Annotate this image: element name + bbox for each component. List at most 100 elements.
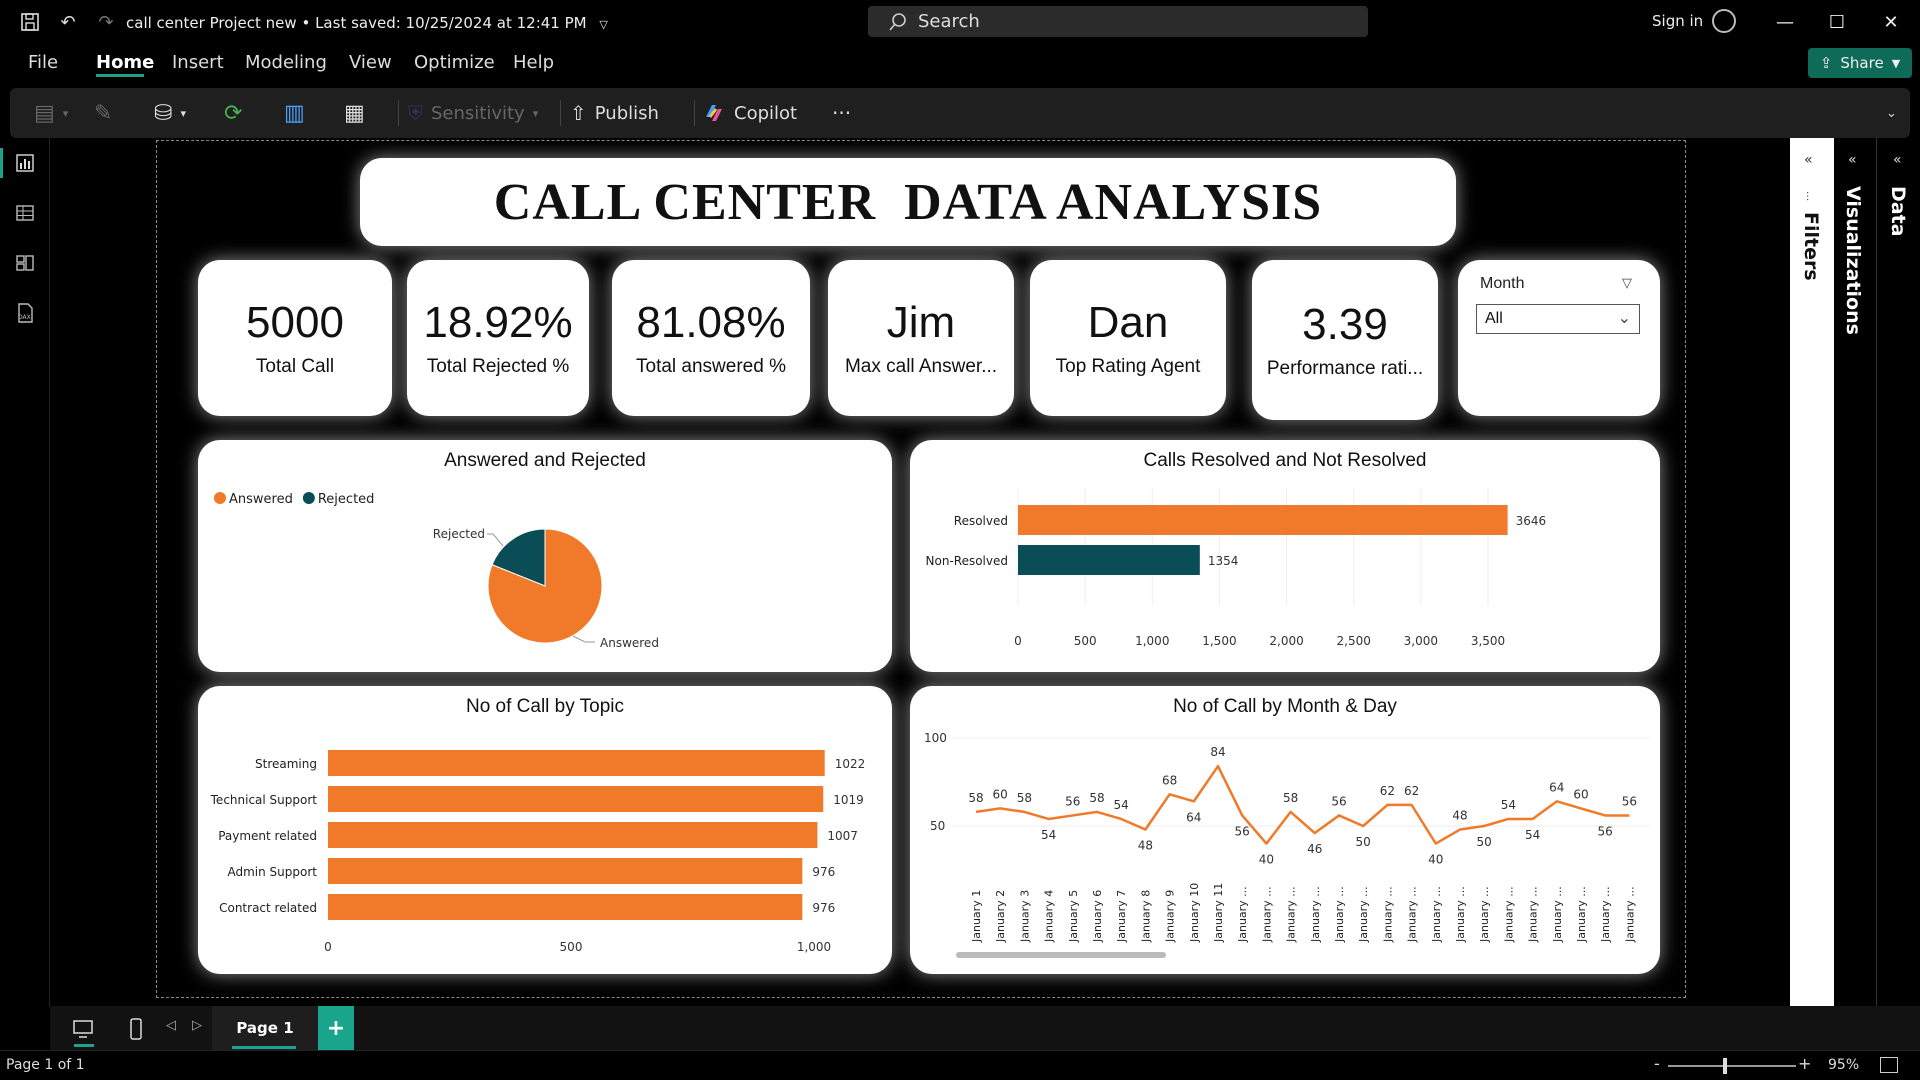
fit-to-page-icon[interactable] — [1880, 1057, 1898, 1073]
bar-topic — [328, 750, 825, 776]
data-label: 50 — [1477, 835, 1492, 849]
maximize-icon[interactable]: ☐ — [1822, 8, 1852, 36]
menu-modeling[interactable]: Modeling — [245, 52, 327, 73]
data-label: 1007 — [827, 829, 858, 843]
get-data-button[interactable]: ⛁ ▾ — [154, 96, 186, 130]
kpi-label: Total Rejected % — [426, 356, 570, 377]
share-button[interactable]: ⇪ Share ▼ — [1808, 48, 1912, 78]
redo-icon[interactable]: ↷ — [94, 10, 118, 34]
menu-bar: File Home Insert Modeling View Optimize … — [0, 44, 1920, 84]
collapse-ribbon-icon[interactable]: ⌄ — [1886, 96, 1897, 130]
kpi-card-max-call-answered[interactable]: Jim Max call Answer... — [828, 260, 1014, 416]
report-view-icon[interactable] — [12, 150, 38, 176]
data-label: 58 — [968, 791, 983, 805]
data-label: 56 — [1065, 794, 1080, 808]
kpi-card-total-rejected[interactable]: 18.92% Total Rejected % — [407, 260, 589, 416]
kpi-card-total-call[interactable]: 5000 Total Call — [198, 260, 392, 416]
database-icon: ⛁ — [154, 100, 173, 126]
data-label: 58 — [1283, 791, 1298, 805]
menu-view[interactable]: View — [349, 52, 392, 73]
publish-button[interactable]: ⇧ Publish — [570, 96, 659, 130]
data-label: 1354 — [1208, 554, 1239, 568]
new-visual-button[interactable]: ▥ — [284, 96, 305, 130]
filters-pane-collapsed[interactable]: « ⫶ Filters — [1790, 138, 1834, 1006]
format-painter-button[interactable]: ✎ — [94, 96, 112, 130]
model-view-icon[interactable] — [12, 250, 38, 276]
calls-resolved-chart-card[interactable]: Calls Resolved and Not Resolved 0 500 1,00… — [910, 440, 1660, 672]
share-icon: ⇪ — [1819, 54, 1833, 72]
active-view-indicator — [0, 148, 3, 178]
menu-insert[interactable]: Insert — [172, 52, 224, 73]
mobile-layout-icon[interactable] — [124, 1014, 148, 1044]
legend-marker-answered — [214, 492, 226, 504]
visualizations-pane-collapsed[interactable]: « Visualizations — [1834, 138, 1874, 1006]
month-dropdown[interactable]: All ⌄ — [1476, 304, 1640, 334]
menu-help[interactable]: Help — [513, 52, 554, 73]
data-label: 54 — [1501, 798, 1516, 812]
x-tick-label: 3,000 — [1404, 634, 1438, 648]
sensitivity-button[interactable]: ⛨ Sensitivity ▾ — [408, 96, 538, 130]
calls-by-topic-chart-card[interactable]: No of Call by Topic 0 500 1,000 Streaming 10… — [198, 686, 892, 974]
calculator-button[interactable]: ▦ — [344, 96, 365, 130]
x-tick-label: 1,000 — [797, 940, 831, 954]
chevron-down-icon: ▼ — [1891, 56, 1901, 70]
x-tick-label: January ... — [1333, 886, 1346, 943]
zoom-in-icon[interactable]: + — [1798, 1054, 1811, 1073]
document-title[interactable]: call center Project new • Last saved: 10… — [126, 14, 608, 32]
zoom-out-icon[interactable]: - — [1654, 1054, 1660, 1073]
chevron-down-icon[interactable]: ▽ — [599, 18, 607, 31]
minimize-icon[interactable]: — — [1770, 8, 1800, 36]
y-category-label: Payment related — [218, 829, 317, 843]
x-tick-label: January ... — [1502, 886, 1515, 943]
expand-visualizations-icon[interactable]: « — [1848, 152, 1857, 168]
view-switcher: DAX — [0, 138, 50, 1006]
copilot-label: Copilot — [734, 102, 798, 124]
close-icon[interactable]: ✕ — [1876, 8, 1906, 36]
data-label: 58 — [1089, 791, 1104, 805]
zoom-level: 95% — [1828, 1057, 1860, 1073]
data-label: 56 — [1622, 794, 1637, 808]
table-view-icon[interactable] — [12, 200, 38, 226]
save-icon[interactable] — [18, 10, 42, 34]
data-pane-collapsed[interactable]: « Data — [1876, 138, 1920, 1006]
add-page-button[interactable]: + — [318, 1006, 354, 1050]
x-tick-label: January ... — [1623, 886, 1636, 943]
x-tick-label: January 1 — [970, 890, 983, 943]
answered-rejected-chart-card[interactable]: Answered and Rejected Answered Rejected Re… — [198, 440, 892, 672]
undo-icon[interactable]: ↶ — [56, 10, 80, 34]
zoom-slider-thumb[interactable] — [1723, 1058, 1727, 1074]
x-tick-label: 1,000 — [1135, 634, 1169, 648]
zoom-slider[interactable] — [1668, 1065, 1796, 1067]
paste-button[interactable]: ▤ ▾ — [34, 96, 68, 130]
publish-icon: ⇧ — [570, 101, 587, 125]
x-tick-label: January ... — [1406, 886, 1419, 943]
sign-in-link[interactable]: Sign in — [1652, 12, 1703, 30]
menu-optimize[interactable]: Optimize — [414, 52, 495, 73]
status-bar: Page 1 of 1 - + 95% — [0, 1050, 1920, 1080]
expand-data-icon[interactable]: « — [1893, 152, 1902, 168]
copilot-button[interactable]: Copilot — [702, 96, 797, 130]
page-tab[interactable]: Page 1 — [212, 1006, 318, 1050]
kpi-card-top-rating-agent[interactable]: Dan Top Rating Agent — [1030, 260, 1226, 416]
slicer-title: Month — [1480, 275, 1525, 292]
kpi-value: 3.39 — [1302, 300, 1388, 349]
account-icon[interactable] — [1712, 9, 1736, 33]
search-box[interactable]: Search — [868, 6, 1368, 37]
previous-page-icon[interactable]: ◁ — [166, 1018, 176, 1033]
menu-file[interactable]: File — [28, 52, 58, 73]
dax-query-view-icon[interactable]: DAX — [12, 300, 38, 326]
y-category-label: Admin Support — [228, 865, 318, 879]
kpi-card-total-answered[interactable]: 81.08% Total answered % — [612, 260, 810, 416]
more-options-button[interactable]: ··· — [832, 96, 851, 130]
publish-label: Publish — [594, 102, 659, 124]
calls-by-month-day-chart-card[interactable]: No of Call by Month & Day 100 50 58 60 58 54 5… — [910, 686, 1660, 974]
dashboard-title-card[interactable]: CALL CENTER DATA ANALYSIS — [360, 158, 1456, 246]
data-label: 58 — [1017, 791, 1032, 805]
desktop-layout-icon[interactable] — [66, 1014, 100, 1044]
chevron-down-icon[interactable]: ▽ — [1622, 276, 1632, 291]
next-page-icon[interactable]: ▷ — [192, 1018, 202, 1033]
menu-home[interactable]: Home — [96, 52, 154, 73]
refresh-button[interactable]: ⟳ — [224, 96, 242, 130]
expand-filters-icon[interactable]: « — [1804, 152, 1813, 168]
kpi-card-performance-rating[interactable]: 3.39 Performance rati... — [1252, 260, 1438, 420]
